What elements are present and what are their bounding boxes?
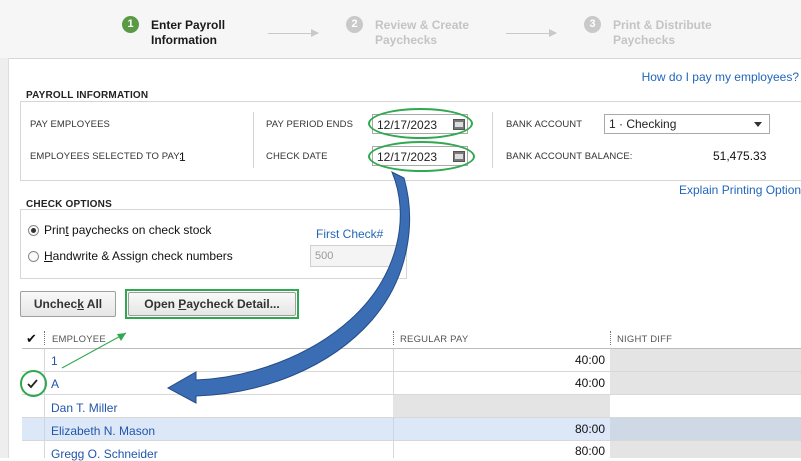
annotation-green-arrow-line bbox=[61, 332, 127, 369]
annotation-blue-arrow-icon bbox=[166, 170, 411, 404]
annotation-arrows bbox=[61, 170, 411, 404]
